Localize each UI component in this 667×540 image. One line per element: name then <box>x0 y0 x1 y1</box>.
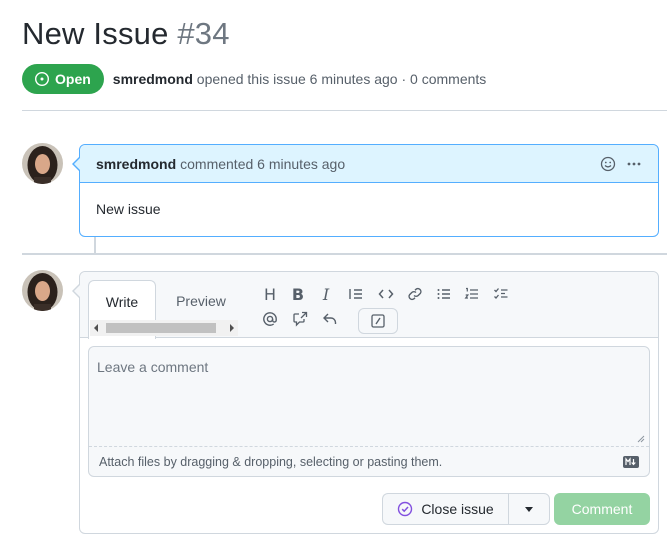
issue-closed-icon <box>398 501 413 517</box>
issue-opened-icon <box>34 71 50 87</box>
link-button[interactable] <box>405 284 425 304</box>
unordered-list-button[interactable] <box>434 284 454 304</box>
issue-author-link[interactable]: smredmond <box>113 71 193 87</box>
timeline-divider <box>22 253 667 255</box>
code-icon <box>378 289 394 299</box>
comment-editor: Preview Write H B I Leave a comment Atta… <box>72 271 659 534</box>
kebab-icon[interactable] <box>626 156 642 172</box>
scroll-right-arrow[interactable] <box>230 324 234 332</box>
state-label: Open <box>55 71 91 87</box>
issue-meta-text: opened this issue 6 minutes ago · 0 comm… <box>196 71 487 87</box>
comment-textarea[interactable] <box>89 347 649 447</box>
tabs-scrollbar[interactable] <box>90 320 238 336</box>
quote-icon <box>349 289 362 299</box>
issue-meta: smredmond opened this issue 6 minutes ag… <box>113 71 487 87</box>
issue-comment: smredmond commented 6 minutes ago New is… <box>72 144 659 237</box>
timeline-connector <box>94 237 96 253</box>
mention-button[interactable] <box>260 309 280 329</box>
attach-files-hint[interactable]: Attach files by dragging & dropping, sel… <box>99 455 442 469</box>
editor-header: Preview Write H B I <box>80 272 658 339</box>
state-badge: Open <box>22 64 104 94</box>
issue-title-text: New Issue <box>22 16 169 51</box>
header-divider <box>22 110 667 111</box>
comment-button[interactable]: Comment <box>554 493 650 525</box>
smiley-icon[interactable] <box>600 156 616 172</box>
slash-command-icon <box>371 314 385 328</box>
quote-button[interactable] <box>346 284 366 304</box>
comment-actions <box>600 156 642 172</box>
link-icon <box>408 287 422 301</box>
scroll-left-arrow[interactable] <box>94 324 98 332</box>
issue-number: #34 <box>177 16 230 51</box>
comment-input-wrapper: Attach files by dragging & dropping, sel… <box>88 346 650 477</box>
bold-button[interactable]: B <box>288 284 308 304</box>
close-issue-button[interactable]: Close issue <box>382 493 508 525</box>
code-button[interactable] <box>376 284 396 304</box>
unordered-list-icon <box>437 289 450 299</box>
issue-title: New Issue #34 <box>22 16 230 52</box>
comment-header: smredmond commented 6 minutes ago <box>80 145 658 183</box>
reply-button[interactable] <box>320 309 340 329</box>
close-options-dropdown[interactable] <box>508 493 550 525</box>
scroll-thumb[interactable] <box>106 323 216 333</box>
mention-icon <box>263 312 277 326</box>
avatar[interactable] <box>22 143 63 184</box>
markdown-icon[interactable] <box>623 456 639 468</box>
comment-body: New issue <box>96 201 161 217</box>
resize-grip-icon[interactable] <box>637 435 645 443</box>
heading-button[interactable]: H <box>260 284 280 304</box>
cross-reference-button[interactable] <box>290 309 310 329</box>
tasklist-button[interactable] <box>491 284 511 304</box>
issue-state-row: Open smredmond opened this issue 6 minut… <box>22 64 486 94</box>
caret-down-icon <box>525 506 533 512</box>
cross-reference-icon <box>293 311 308 327</box>
close-issue-label: Close issue <box>421 501 494 517</box>
comment-meta[interactable]: commented 6 minutes ago <box>180 156 345 172</box>
italic-button[interactable]: I <box>316 284 336 304</box>
ordered-list-icon <box>464 287 478 299</box>
tasklist-icon <box>494 288 508 299</box>
ordered-list-button[interactable] <box>462 284 482 304</box>
slash-command-button[interactable] <box>358 308 398 334</box>
tab-preview[interactable]: Preview <box>164 280 238 324</box>
current-user-avatar[interactable] <box>22 270 63 311</box>
comment-author-link[interactable]: smredmond <box>96 156 176 172</box>
reply-icon <box>323 313 337 324</box>
